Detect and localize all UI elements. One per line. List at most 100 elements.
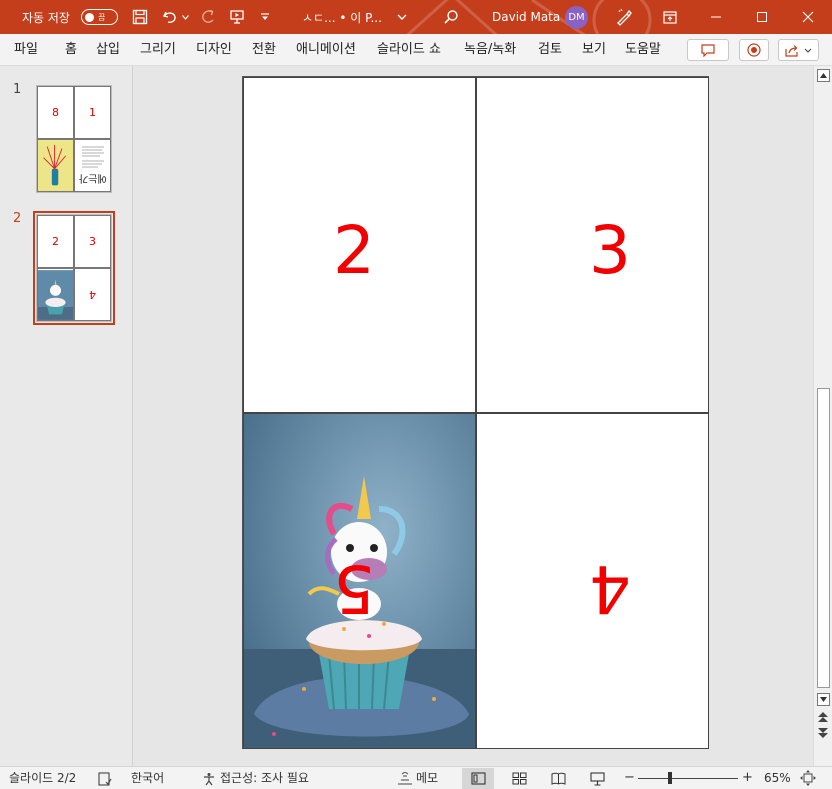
notes-button[interactable]: 메모 bbox=[416, 767, 438, 789]
tab-transitions[interactable]: 전환 bbox=[252, 34, 276, 66]
thumbnail-cell: 2 bbox=[37, 215, 74, 268]
user-name[interactable]: David Mata bbox=[492, 0, 560, 34]
close-icon[interactable] bbox=[798, 0, 818, 34]
fit-slide-to-window-icon[interactable] bbox=[800, 770, 816, 787]
scroll-up-button[interactable] bbox=[817, 69, 830, 82]
slide-thumbnail-pane: 1 8 1 에는가 2 2 3 4 bbox=[0, 66, 133, 766]
thumbnail-cell-image bbox=[37, 268, 74, 321]
tab-design[interactable]: 디자인 bbox=[196, 34, 232, 66]
tab-slide-show[interactable]: 슬라이드 쇼 bbox=[377, 34, 441, 66]
ribbon-display-options-icon[interactable] bbox=[660, 0, 680, 34]
slide[interactable]: 2 3 5 4 bbox=[242, 76, 709, 749]
next-slide-button[interactable] bbox=[817, 727, 829, 742]
thumbnail-cell: 4 bbox=[74, 268, 111, 321]
slide-cell-bottom-right[interactable]: 4 bbox=[476, 413, 709, 749]
thumbnail-cell: 8 bbox=[37, 86, 74, 139]
thumbnail-flipped-title: 에는가 bbox=[78, 172, 107, 183]
share-icon bbox=[785, 44, 798, 57]
slide-editing-area: 2 3 5 4 bbox=[134, 66, 813, 766]
normal-view-button[interactable] bbox=[462, 768, 494, 789]
tab-insert[interactable]: 삽입 bbox=[96, 34, 120, 66]
vertical-scrollbar[interactable] bbox=[813, 66, 832, 766]
slide-cell-bottom-left[interactable]: 5 bbox=[243, 413, 476, 749]
slide-sorter-button[interactable] bbox=[503, 768, 535, 789]
tab-view[interactable]: 보기 bbox=[582, 34, 606, 66]
minimize-icon[interactable] bbox=[706, 0, 726, 34]
previous-slide-button[interactable] bbox=[817, 711, 829, 726]
caret-down-icon bbox=[820, 697, 827, 702]
slide-thumbnail-2[interactable]: 2 3 4 bbox=[36, 214, 112, 322]
thumbnail-cell: 1 bbox=[74, 86, 111, 139]
page-number-4[interactable]: 4 bbox=[589, 550, 631, 627]
save-icon[interactable] bbox=[130, 0, 150, 34]
page-number-5[interactable]: 5 bbox=[333, 550, 375, 627]
share-button[interactable] bbox=[778, 39, 819, 61]
normal-view-icon bbox=[470, 772, 486, 785]
zoom-slider-thumb[interactable] bbox=[668, 772, 672, 784]
designer-pen-icon[interactable] bbox=[614, 0, 634, 34]
customize-toolbar-icon[interactable] bbox=[259, 0, 271, 34]
undo-dropdown-icon[interactable] bbox=[181, 0, 189, 34]
zoom-slider-track[interactable] bbox=[638, 778, 738, 779]
status-bar: 슬라이드 2/2 한국어 접근성: 조사 필요 메모 − + 65% bbox=[0, 766, 832, 789]
search-icon[interactable] bbox=[441, 0, 461, 34]
comments-button[interactable] bbox=[687, 39, 729, 61]
tab-home[interactable]: 홈 bbox=[65, 34, 77, 66]
accessibility-icon[interactable] bbox=[202, 771, 216, 786]
slide-sorter-icon bbox=[512, 772, 526, 785]
unicorn-cupcake-thumbnail bbox=[38, 269, 73, 320]
share-chevron-icon bbox=[804, 48, 812, 53]
user-avatar[interactable]: DM bbox=[565, 6, 588, 29]
page-number-3[interactable]: 3 bbox=[589, 212, 631, 289]
double-caret-up-icon bbox=[818, 712, 828, 722]
ribbon-tabs: 파일 홈 삽입 그리기 디자인 전환 애니메이션 슬라이드 쇼 녹음/녹화 검토… bbox=[0, 34, 832, 66]
zoom-out-button[interactable]: − bbox=[624, 767, 635, 789]
slideshow-view-button[interactable] bbox=[581, 768, 613, 789]
file-title-chevron-icon[interactable] bbox=[396, 0, 408, 34]
language-indicator[interactable]: 한국어 bbox=[131, 767, 164, 789]
record-button[interactable] bbox=[739, 39, 769, 61]
scroll-down-button[interactable] bbox=[817, 693, 830, 706]
reading-view-button[interactable] bbox=[542, 768, 574, 789]
slide-cell-top-left[interactable]: 2 bbox=[243, 77, 476, 413]
reading-view-icon bbox=[551, 772, 565, 785]
autosave-toggle[interactable]: 끔 bbox=[81, 9, 118, 25]
thumbnail-cell: 3 bbox=[74, 215, 111, 268]
double-caret-down-icon bbox=[818, 728, 828, 738]
tab-help[interactable]: 도움말 bbox=[625, 34, 661, 66]
start-from-beginning-icon[interactable] bbox=[227, 0, 247, 34]
thumbnail-number: 1 bbox=[13, 82, 22, 97]
thumbnail-cell-text: 에는가 bbox=[74, 139, 111, 192]
zoom-in-button[interactable]: + bbox=[742, 767, 753, 789]
toggle-knob bbox=[85, 12, 94, 22]
accessibility-status[interactable]: 접근성: 조사 필요 bbox=[220, 767, 309, 789]
tab-animations[interactable]: 애니메이션 bbox=[296, 34, 356, 66]
tab-file[interactable]: 파일 bbox=[14, 34, 38, 66]
slide-counter: 슬라이드 2/2 bbox=[9, 771, 77, 785]
redo-icon bbox=[198, 0, 218, 34]
notes-icon[interactable] bbox=[397, 771, 413, 786]
maximize-icon[interactable] bbox=[752, 0, 772, 34]
autosave-state: 끔 bbox=[98, 12, 106, 22]
undo-icon[interactable] bbox=[160, 0, 180, 34]
thumbnail-number: 2 bbox=[13, 211, 22, 226]
thumbnail-cell-image bbox=[37, 139, 74, 192]
tab-record[interactable]: 녹음/녹화 bbox=[464, 34, 516, 66]
zoom-level[interactable]: 65% bbox=[764, 767, 791, 789]
slide-thumbnail-1[interactable]: 8 1 에는가 bbox=[36, 85, 112, 193]
text-lines-thumbnail bbox=[81, 146, 104, 168]
record-icon bbox=[747, 43, 761, 57]
flower-vase-thumbnail bbox=[38, 140, 73, 191]
slide-cell-top-right[interactable]: 3 bbox=[476, 77, 709, 413]
title-bar: 자동 저장 끔 ㅅㄷ... • 이 P... David Mata DM bbox=[0, 0, 832, 34]
scrollbar-thumb[interactable] bbox=[817, 388, 830, 688]
caret-up-icon bbox=[820, 73, 827, 78]
tab-draw[interactable]: 그리기 bbox=[140, 34, 176, 66]
page-number-2[interactable]: 2 bbox=[333, 212, 375, 289]
comment-icon bbox=[701, 43, 715, 57]
file-title[interactable]: ㅅㄷ... • 이 P... bbox=[302, 0, 382, 34]
spelling-check-icon[interactable] bbox=[98, 771, 112, 786]
autosave-label: 자동 저장 bbox=[22, 10, 70, 25]
slideshow-icon bbox=[589, 771, 605, 786]
tab-review[interactable]: 검토 bbox=[538, 34, 562, 66]
